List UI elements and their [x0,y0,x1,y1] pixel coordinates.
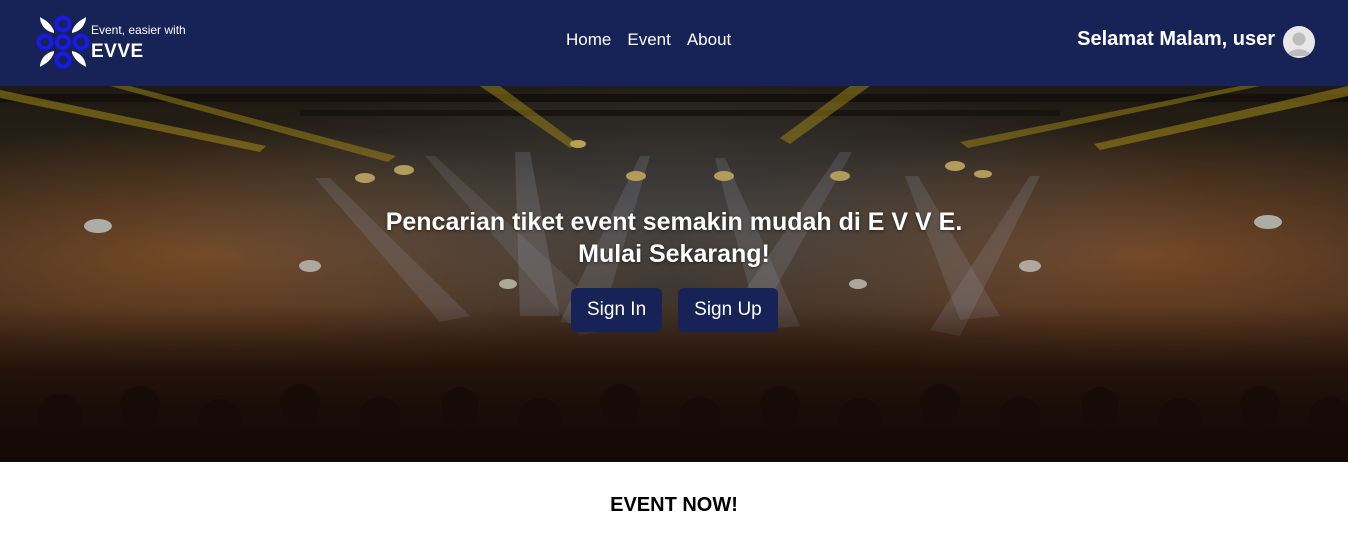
navbar: Event, easier with EVVE Home Event About… [0,0,1348,86]
nav-event-link[interactable]: Event [627,30,670,50]
flower-logo-icon [36,15,90,69]
user-greeting: Selamat Malam, user [1077,28,1275,50]
sign-in-button[interactable]: Sign In [571,288,663,332]
brand-name: EVVE [91,41,144,62]
hero-actions: Sign In Sign Up [571,288,778,332]
concert-stage-photo [0,86,1348,462]
brand[interactable]: Event, easier with EVVE [36,15,206,69]
user-avatar-icon[interactable] [1283,26,1315,58]
sign-up-button[interactable]: Sign Up [678,288,778,332]
nav-home-link[interactable]: Home [566,30,611,50]
brand-tagline: Event, easier with [91,23,186,37]
hero-line-1: Pencarian tiket event semakin mudah di E… [385,208,963,236]
nav-about-link[interactable]: About [687,30,731,50]
main-nav: Home Event About [566,30,731,50]
hero-banner: Pencarian tiket event semakin mudah di E… [0,86,1348,462]
hero-line-2: Mulai Sekarang! [578,240,770,268]
hero-headline: Pencarian tiket event semakin mudah di E… [0,206,1348,270]
event-now-heading: EVENT NOW! [610,494,738,516]
